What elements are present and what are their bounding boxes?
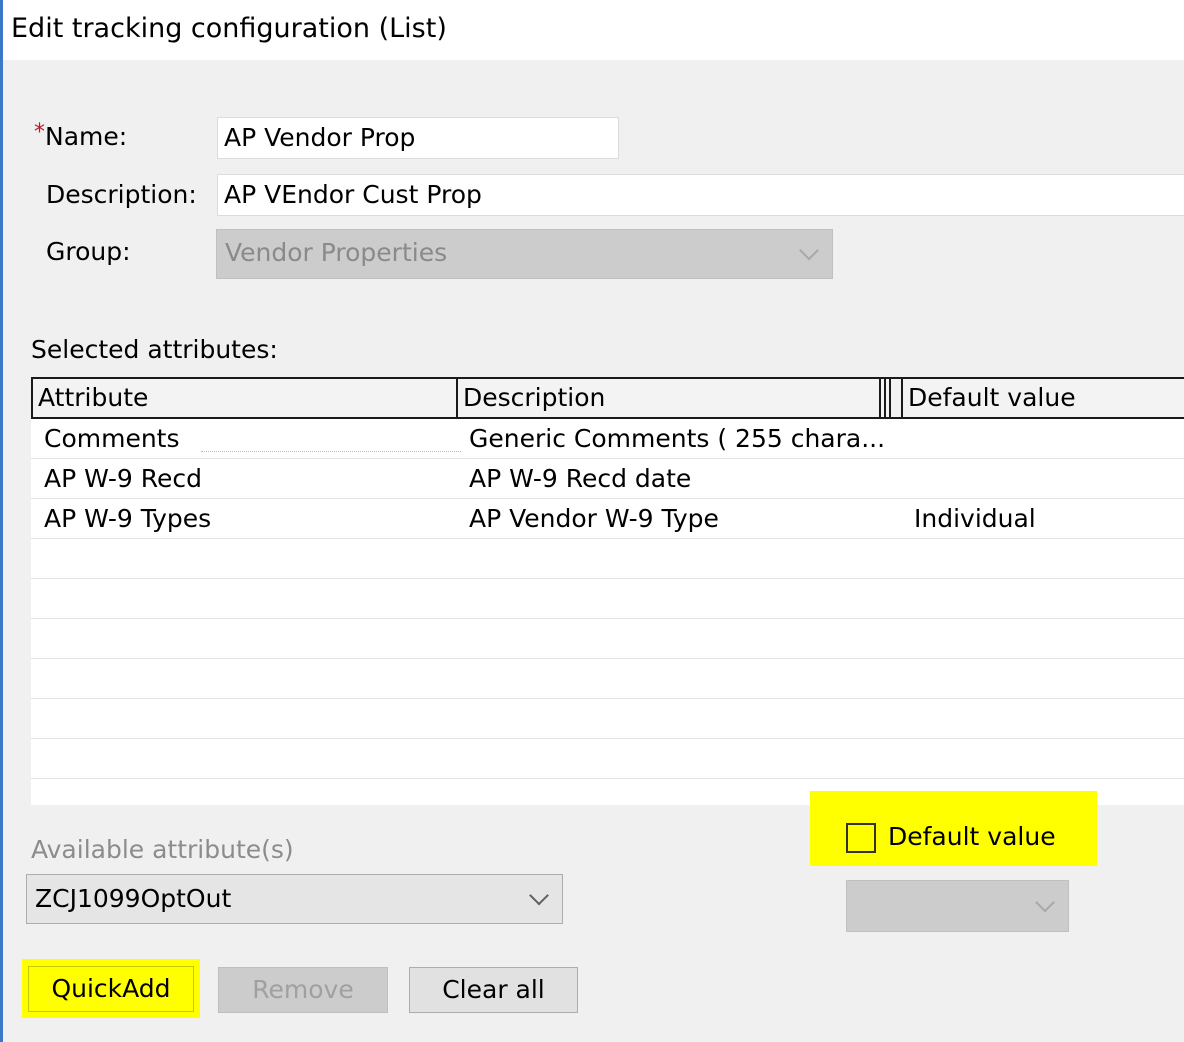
cell-attribute: Comments	[44, 424, 180, 453]
column-divider[interactable]	[884, 379, 886, 417]
name-label-wrap: *Name:	[34, 120, 128, 155]
window-edge	[0, 0, 3, 1042]
group-dropdown: Vendor Properties	[216, 229, 833, 279]
description-label: Description:	[46, 180, 197, 209]
window-title: Edit tracking configuration (List)	[11, 13, 447, 44]
name-label: Name:	[45, 122, 128, 151]
required-marker: *	[34, 120, 45, 145]
selected-attributes-label: Selected attributes:	[31, 335, 278, 364]
cell-default-value: Individual	[914, 504, 1036, 533]
table-row[interactable]: AP W-9 Types AP Vendor W-9 Type Individu…	[31, 499, 1184, 539]
table-header: Attribute Description Default value	[31, 377, 1184, 419]
empty-row	[31, 659, 1184, 699]
cell-description: AP Vendor W-9 Type	[469, 504, 719, 533]
available-attributes-dropdown[interactable]: ZCJ1099OptOut	[26, 874, 563, 924]
available-attributes-label: Available attribute(s)	[31, 835, 294, 864]
column-header-default-value[interactable]: Default value	[903, 379, 1184, 417]
empty-row	[31, 579, 1184, 619]
empty-row	[31, 619, 1184, 659]
chevron-down-icon	[529, 885, 549, 906]
available-attributes-value: ZCJ1099OptOut	[35, 884, 232, 913]
cell-description: AP W-9 Recd date	[469, 464, 692, 493]
chevron-down-icon	[799, 240, 819, 261]
default-value-checkbox[interactable]	[846, 823, 876, 853]
row-focus-dots	[201, 451, 461, 452]
name-input[interactable]: AP Vendor Prop	[217, 117, 619, 159]
clear-all-button[interactable]: Clear all	[409, 967, 578, 1013]
group-value: Vendor Properties	[225, 238, 448, 267]
attributes-table: Attribute Description Default value Comm…	[31, 377, 1184, 805]
chevron-down-icon	[1035, 892, 1055, 913]
table-row[interactable]: Comments Generic Comments ( 255 chara...	[31, 419, 1184, 459]
default-value-label: Default value	[888, 822, 1056, 851]
empty-row	[31, 739, 1184, 779]
column-divider[interactable]	[879, 379, 881, 417]
empty-row	[31, 699, 1184, 739]
description-input[interactable]: AP VEndor Cust Prop	[217, 174, 1184, 216]
quickadd-button[interactable]: QuickAdd	[28, 966, 194, 1012]
column-divider[interactable]	[889, 379, 891, 417]
remove-button: Remove	[218, 967, 388, 1013]
column-header-attribute[interactable]: Attribute	[33, 379, 457, 417]
table-row[interactable]: AP W-9 Recd AP W-9 Recd date	[31, 459, 1184, 499]
column-header-description[interactable]: Description	[458, 379, 880, 417]
cell-description: Generic Comments ( 255 chara...	[469, 424, 886, 453]
empty-row	[31, 539, 1184, 579]
default-value-dropdown	[846, 880, 1069, 932]
cell-attribute: AP W-9 Recd	[44, 464, 202, 493]
title-bar: Edit tracking configuration (List)	[3, 0, 1184, 60]
group-label: Group:	[46, 237, 131, 266]
cell-attribute: AP W-9 Types	[44, 504, 212, 533]
